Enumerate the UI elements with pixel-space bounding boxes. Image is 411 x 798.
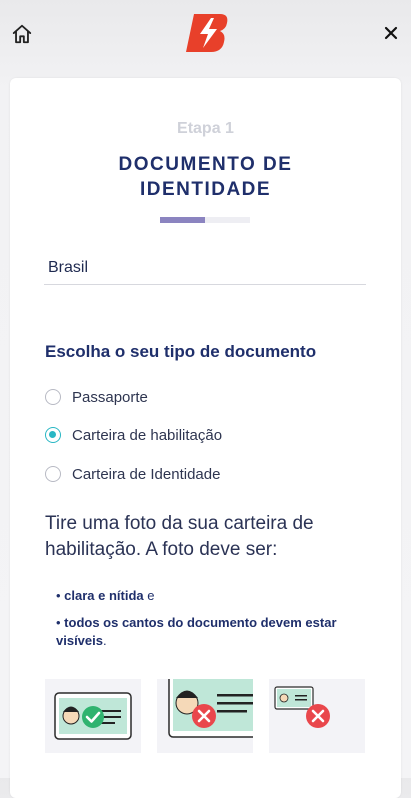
option-label: Carteira de habilitação: [72, 426, 223, 444]
step-progress-bar: [160, 217, 250, 223]
example-incorrect-small: [269, 679, 365, 753]
home-icon: [12, 24, 32, 44]
radio-carteira-identidade[interactable]: [45, 466, 61, 482]
requirements-list: • clara e nítida e • todos os cantos do …: [56, 587, 366, 659]
radio-passaporte[interactable]: [45, 389, 61, 405]
requirement-bold: todos os cantos do documento devem estar…: [56, 615, 337, 648]
requirement-item: • todos os cantos do documento devem est…: [56, 615, 337, 648]
top-bar: [0, 0, 411, 66]
document-type-heading: Escolha o seu tipo de documento: [45, 342, 317, 361]
brand-b-logo: [186, 14, 228, 52]
id-card-correct-illustration: [54, 692, 132, 740]
option-carteira-identidade[interactable]: Carteira de Identidade: [45, 462, 220, 486]
id-card-small-illustration: [274, 686, 330, 728]
id-card-cropped-illustration: [168, 679, 253, 738]
country-select[interactable]: Brasil: [44, 256, 366, 285]
example-incorrect-cropped: [157, 679, 253, 753]
requirement-bold: clara e nítida: [64, 588, 144, 603]
step-progress-fill: [160, 217, 205, 223]
close-button[interactable]: [378, 20, 404, 46]
photo-instructions: Tire uma foto da sua carteira de habilit…: [45, 513, 314, 560]
step-label: Etapa 1: [177, 120, 234, 137]
home-button[interactable]: [8, 20, 36, 48]
page-title-line1: DOCUMENTO DE: [118, 154, 293, 175]
requirement-item: • clara e nítida e: [56, 588, 155, 603]
option-label: Passaporte: [72, 388, 148, 406]
option-label: Carteira de Identidade: [72, 465, 221, 483]
page-title-line2: IDENTIDADE: [139, 179, 272, 200]
country-value: Brasil: [48, 259, 89, 276]
radio-carteira-habilitacao[interactable]: [45, 427, 61, 443]
document-card: Etapa 1 DOCUMENTO DE IDENTIDADE Brasil E…: [10, 78, 401, 798]
page-title: DOCUMENTO DE IDENTIDADE: [10, 152, 401, 202]
example-correct: [45, 679, 141, 753]
option-passaporte[interactable]: Passaporte: [45, 385, 148, 409]
requirement-rest: e: [143, 588, 155, 603]
option-carteira-habilitacao[interactable]: Carteira de habilitação: [45, 423, 222, 447]
requirement-rest: .: [103, 633, 107, 648]
close-icon: [384, 26, 398, 40]
